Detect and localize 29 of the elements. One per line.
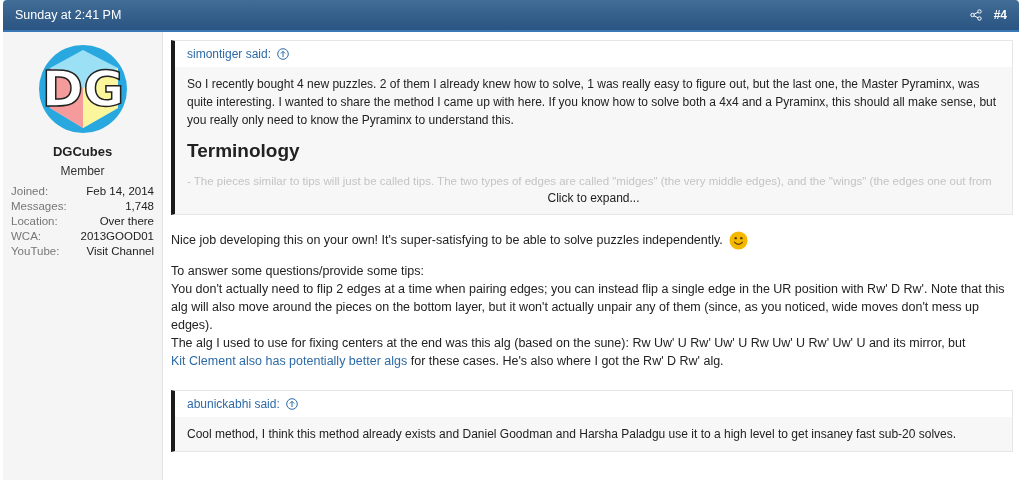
stat-label: WCA: (11, 228, 42, 244)
arrow-up-circle-icon[interactable] (277, 48, 290, 60)
quote-heading: Terminology (187, 139, 301, 163)
algs-link[interactable]: Kit Clement also has potentially better algs (171, 353, 408, 368)
quote-author-link[interactable]: abunickabhi said: (187, 394, 280, 413)
arrow-up-circle-icon[interactable] (285, 397, 298, 410)
stat-value: 2013GOOD01 (80, 228, 154, 244)
quote-text: Cool method, I think this method already exists and Daniel Goodman and Harsha Paladgu use it to a high level to get insaney fast sub-20 solves. (187, 425, 958, 443)
share-icon[interactable] (969, 9, 982, 21)
avatar-logo: DG (37, 44, 128, 134)
stat-label: Messages: (11, 198, 67, 214)
post-number-link[interactable]: #4 (993, 6, 1007, 24)
post-text: Nice job developing this on your own! It's super-satisfying to be able to solve puzzles independently. (171, 232, 723, 249)
stat-label: Joined: (11, 183, 49, 199)
quote-author-link[interactable]: simontiger said: (187, 45, 272, 63)
stat-label: YouTube: (11, 243, 60, 259)
username-link[interactable]: DGCubes (52, 142, 113, 162)
stat-value: Visit Channel (86, 243, 154, 259)
post-text: To answer some questions/provide some tips: (171, 262, 425, 280)
stat-value: Over there (99, 213, 154, 229)
stat-value: 1,748 (125, 198, 154, 214)
post-text: You don't actually need to flip 2 edges at a time when pairing edges; you can instead flip a single edge in the UR position with Rw' D Rw'. Note that this alg will also move around the pieces on the bottom layer, but it won't actually unpair any of them (since, as you noticed, wide moves don't mess up edges). (171, 280, 1006, 334)
stat-value: Feb 14, 2014 (86, 183, 154, 199)
expand-link[interactable]: Click to expand... (547, 190, 640, 205)
post-text: The alg I used to use for fixing centers at the end was this alg (based on the sune): Rw Uw' U Rw' Uw' U Rw Uw' U Rw' Uw' U and its mirror, but Kit Clement also has potentially better algs for these cases. He's also where I got the Rw' D Rw' alg. (171, 334, 967, 370)
user-title: Member (60, 162, 105, 180)
stat-label: Location: (11, 213, 58, 229)
quote-text: So I recently bought 4 new puzzles. 2 of them I already knew how to solve, 1 was really easy to figure out, but the last one, the Master Pyraminx, was quite interesting. I wanted to share the method I came up with here. If you know how to solve both a 4x4 and a Pyraminx, this should all make sense, but you really only need to know the Pyraminx to understand this. (187, 76, 998, 129)
post-date: Sunday at 2:41 PM (15, 6, 122, 24)
